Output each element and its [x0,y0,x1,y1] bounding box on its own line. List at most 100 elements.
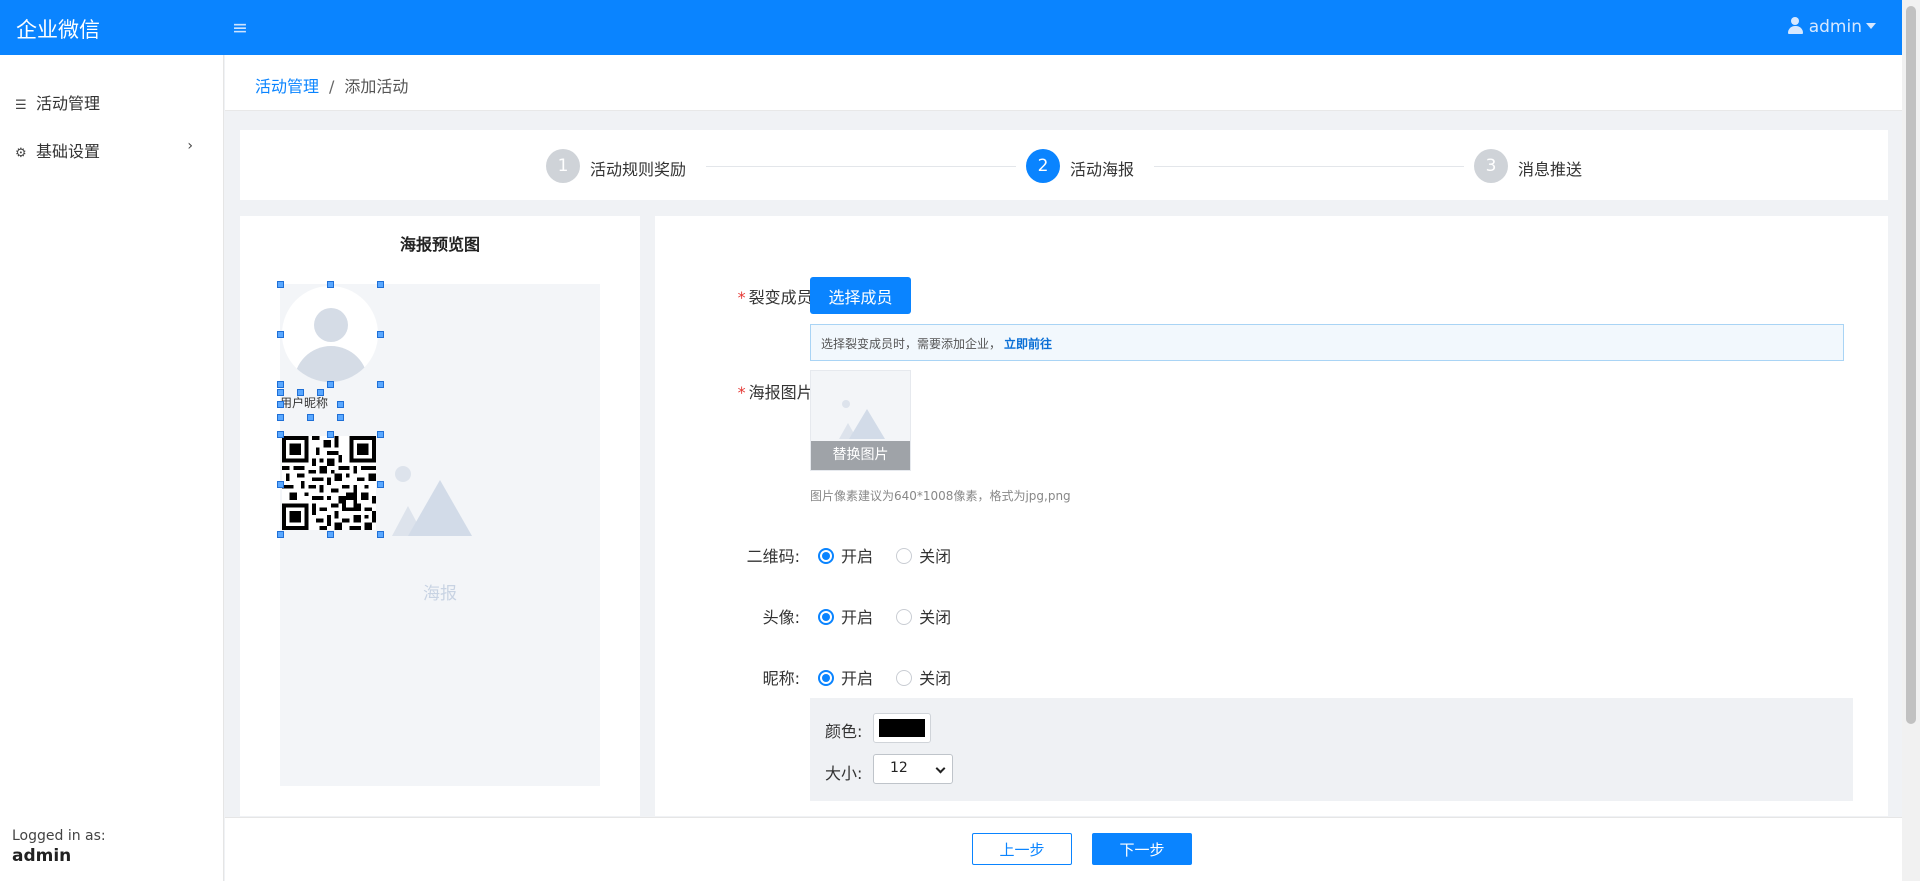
avatar-label: 头像: [762,608,800,627]
poster-image-upload[interactable]: 替换图片 [810,370,911,471]
avatar-on-option[interactable]: 开启 [818,604,873,628]
nickname-placeholder[interactable]: 用户昵称 [280,394,328,411]
nickname-resize-handle[interactable] [277,401,284,408]
nickname-resize-handle[interactable] [337,401,344,408]
go-now-link[interactable]: 立即前往 [1004,337,1052,351]
select-member-button[interactable]: 选择成员 [810,277,911,314]
color-swatch [879,719,925,737]
step-1-circle[interactable]: 1 [546,149,580,183]
qrcode-resize-handle[interactable] [377,431,384,438]
qrcode-resize-handle[interactable] [277,531,284,538]
avatar-resize-handle[interactable] [377,281,384,288]
qrcode-resize-handle[interactable] [277,431,284,438]
radio-checked-icon[interactable] [818,670,834,686]
scrollbar-thumb[interactable] [1906,6,1916,724]
avatar-placeholder[interactable] [282,286,378,382]
sidebar-item-label: 活动管理 [36,94,101,113]
avatar-toggle: 开启 关闭 [818,604,969,628]
nickname-label: 昵称: [762,669,800,688]
nickname-toggle: 开启 关闭 [818,665,969,689]
qrcode-resize-handle[interactable] [377,481,384,488]
avatar-resize-handle[interactable] [327,381,334,388]
breadcrumb: 活动管理 / 添加活动 [255,73,408,97]
gears-icon: ⚙ [15,146,27,161]
chevron-right-icon: › [187,138,193,154]
qrcode-image[interactable] [282,436,376,530]
avatar-resize-handle[interactable] [377,381,384,388]
step-2-circle[interactable]: 2 [1026,149,1060,183]
step-1-label: 活动规则奖励 [590,160,687,179]
qrcode-resize-handle[interactable] [327,531,334,538]
steps-bar: 1 活动规则奖励 2 活动海报 3 消息推送 [240,130,1888,200]
member-info-alert: 选择裂变成员时，需要添加企业， 立即前往 [810,324,1844,361]
nickname-resize-handle[interactable] [337,414,344,421]
nickname-resize-handle[interactable] [307,414,314,421]
qrcode-off-option[interactable]: 关闭 [896,543,951,567]
replace-image-button[interactable]: 替换图片 [811,441,910,470]
avatar-resize-handle[interactable] [277,331,284,338]
qrcode-on-option[interactable]: 开启 [818,543,873,567]
required-mark: * [737,383,746,402]
nickname-resize-handle[interactable] [297,389,304,396]
radio-unchecked-icon[interactable] [896,670,913,686]
logged-in-user: admin [12,846,72,866]
member-info-text: 选择裂变成员时，需要添加企业， [821,337,1002,351]
form-footer: 上一步 下一步 [225,817,1902,881]
nickname-on-option[interactable]: 开启 [818,665,873,689]
list-icon: ☰ [15,98,27,113]
qrcode-label: 二维码: [746,547,800,566]
radio-unchecked-icon[interactable] [896,609,913,625]
top-navbar: 企业微信 ≡ admin [0,0,1902,55]
sidebar-item-label: 基础设置 [36,142,101,161]
color-picker[interactable] [873,713,931,743]
poster-canvas: 海报 用户昵称 [277,281,600,786]
avatar-off-option[interactable]: 关闭 [896,604,951,628]
qrcode-resize-handle[interactable] [377,531,384,538]
preview-title: 海报预览图 [399,235,480,254]
nickname-resize-handle[interactable] [277,389,284,396]
qrcode-icon [282,436,376,530]
sidebar-item-activity[interactable]: ☰ 活动管理 [15,90,100,114]
avatar-resize-handle[interactable] [277,281,284,288]
qrcode-resize-handle[interactable] [277,481,284,488]
prev-step-button[interactable]: 上一步 [972,833,1072,865]
qrcode-toggle: 开启 关闭 [818,543,969,567]
nickname-off-option[interactable]: 关闭 [896,665,951,689]
poster-preview-panel: 海报预览图 海报 用户昵称 [240,216,640,816]
poster-image-placeholder-icon [392,466,472,536]
nickname-resize-handle[interactable] [277,414,284,421]
qrcode-resize-handle[interactable] [327,431,334,438]
radio-unchecked-icon[interactable] [896,548,913,564]
caret-down-icon [1866,23,1876,29]
menu-toggle-icon[interactable]: ≡ [232,17,248,39]
sidebar-item-settings[interactable]: ⚙ 基础设置 › [15,138,209,162]
avatar-resize-handle[interactable] [277,381,284,388]
breadcrumb-current: 添加活动 [344,77,409,96]
app-brand[interactable]: 企业微信 [16,14,100,44]
breadcrumb-parent-link[interactable]: 活动管理 [255,77,319,96]
user-menu[interactable]: admin [1787,17,1876,37]
breadcrumb-separator: / [329,77,335,96]
next-step-button[interactable]: 下一步 [1092,833,1192,865]
poster-image-hint: 图片像素建议为640*1008像素，格式为jpg,png [810,489,1071,503]
radio-checked-icon[interactable] [818,548,834,564]
chevron-down-icon [935,763,946,774]
breadcrumb-bar: 活动管理 / 添加活动 [225,55,1902,111]
avatar-resize-handle[interactable] [327,281,334,288]
member-label: * 裂变成员: [737,288,818,307]
avatar-resize-handle[interactable] [377,331,384,338]
required-mark: * [737,288,746,307]
nickname-resize-handle[interactable] [317,389,324,396]
user-icon [1787,17,1803,34]
step-connector [1154,166,1464,167]
page-scrollbar[interactable] [1902,0,1920,881]
step-connector [706,166,1016,167]
image-placeholder-icon [839,400,885,439]
step-3-circle[interactable]: 3 [1474,149,1508,183]
logged-in-label: Logged in as: [12,828,106,844]
step-2-label: 活动海报 [1070,160,1135,179]
poster-caption: 海报 [423,584,457,604]
font-size-select[interactable]: 12 [873,754,953,784]
radio-checked-icon[interactable] [818,609,834,625]
sidebar: ☰ 活动管理 ⚙ 基础设置 › Logged in as: admin [0,55,224,881]
